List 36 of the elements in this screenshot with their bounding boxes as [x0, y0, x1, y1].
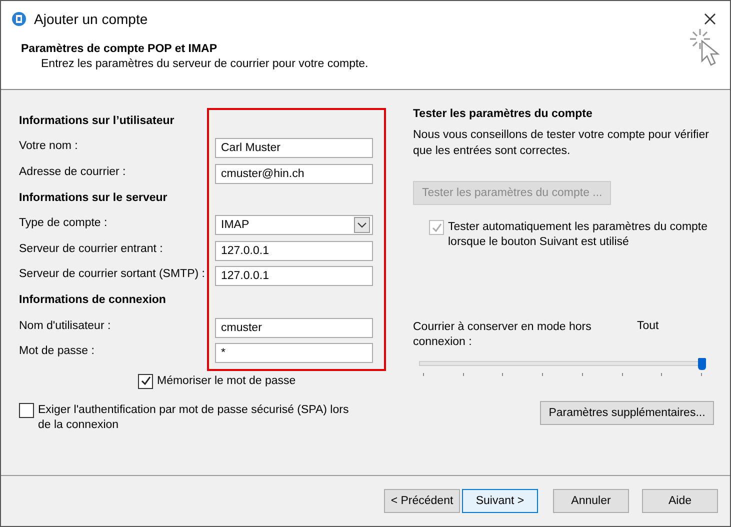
section-heading: Informations sur le serveur: [19, 192, 168, 204]
window-title: Ajouter un compte: [34, 11, 149, 27]
page-subtitle: Entrez les paramètres du serveur de courrier pour votre compte.: [40, 58, 368, 70]
account-type-dropdown[interactable]: IMAP: [215, 215, 373, 236]
dialog-button[interactable]: < Précédent: [384, 489, 460, 513]
slider-label: Courrier à conserver en mode hors connexion :: [413, 320, 592, 350]
dialog-button[interactable]: Aide: [642, 489, 718, 513]
field-label: Serveur de courrier sortant (SMTP) :: [19, 268, 205, 280]
more-settings-button[interactable]: Paramètres supplémentaires...: [540, 401, 714, 425]
field-label: Adresse de courrier :: [19, 166, 126, 178]
section-heading: Informations de connexion: [19, 294, 166, 306]
section-heading: Informations sur l’utilisateur: [19, 114, 174, 127]
input-field[interactable]: cmuster: [215, 318, 373, 338]
section-heading: Tester les paramètres du compte: [413, 108, 594, 120]
description-text: Nous vous conseillons de tester votre compte pour vérifier que les entrées sont correctes.: [413, 128, 710, 159]
field-label: Mot de passe :: [19, 345, 94, 358]
field-label: Nom d'utilisateur :: [19, 320, 111, 332]
field-label: Votre nom :: [19, 140, 78, 152]
dialog-button[interactable]: Suivant >: [462, 489, 538, 513]
dialog-button[interactable]: Annuler: [553, 489, 629, 513]
slider-value: Tout: [637, 320, 659, 334]
input-field[interactable]: Carl Muster: [215, 138, 373, 158]
input-field[interactable]: 127.0.0.1: [215, 240, 373, 261]
chevron-down-icon: [354, 217, 370, 234]
field-label: Serveur de courrier entrant :: [19, 242, 163, 255]
checkbox-label[interactable]: Exiger l'authentification par mot de passe sécurisé (SPA) lors de la connexion: [38, 402, 358, 433]
page-title: Paramètres de compte POP et IMAP: [21, 43, 218, 55]
checkbox[interactable]: [138, 374, 153, 389]
checkbox[interactable]: [19, 402, 34, 418]
input-field[interactable]: *: [215, 343, 373, 364]
close-icon[interactable]: [704, 13, 716, 25]
field-label: Type de compte :: [19, 217, 108, 230]
input-field[interactable]: 127.0.0.1: [215, 266, 373, 286]
app-icon: [11, 11, 27, 27]
input-field[interactable]: cmuster@hin.ch: [215, 164, 373, 184]
checkbox-label[interactable]: Mémoriser le mot de passe: [157, 375, 296, 388]
